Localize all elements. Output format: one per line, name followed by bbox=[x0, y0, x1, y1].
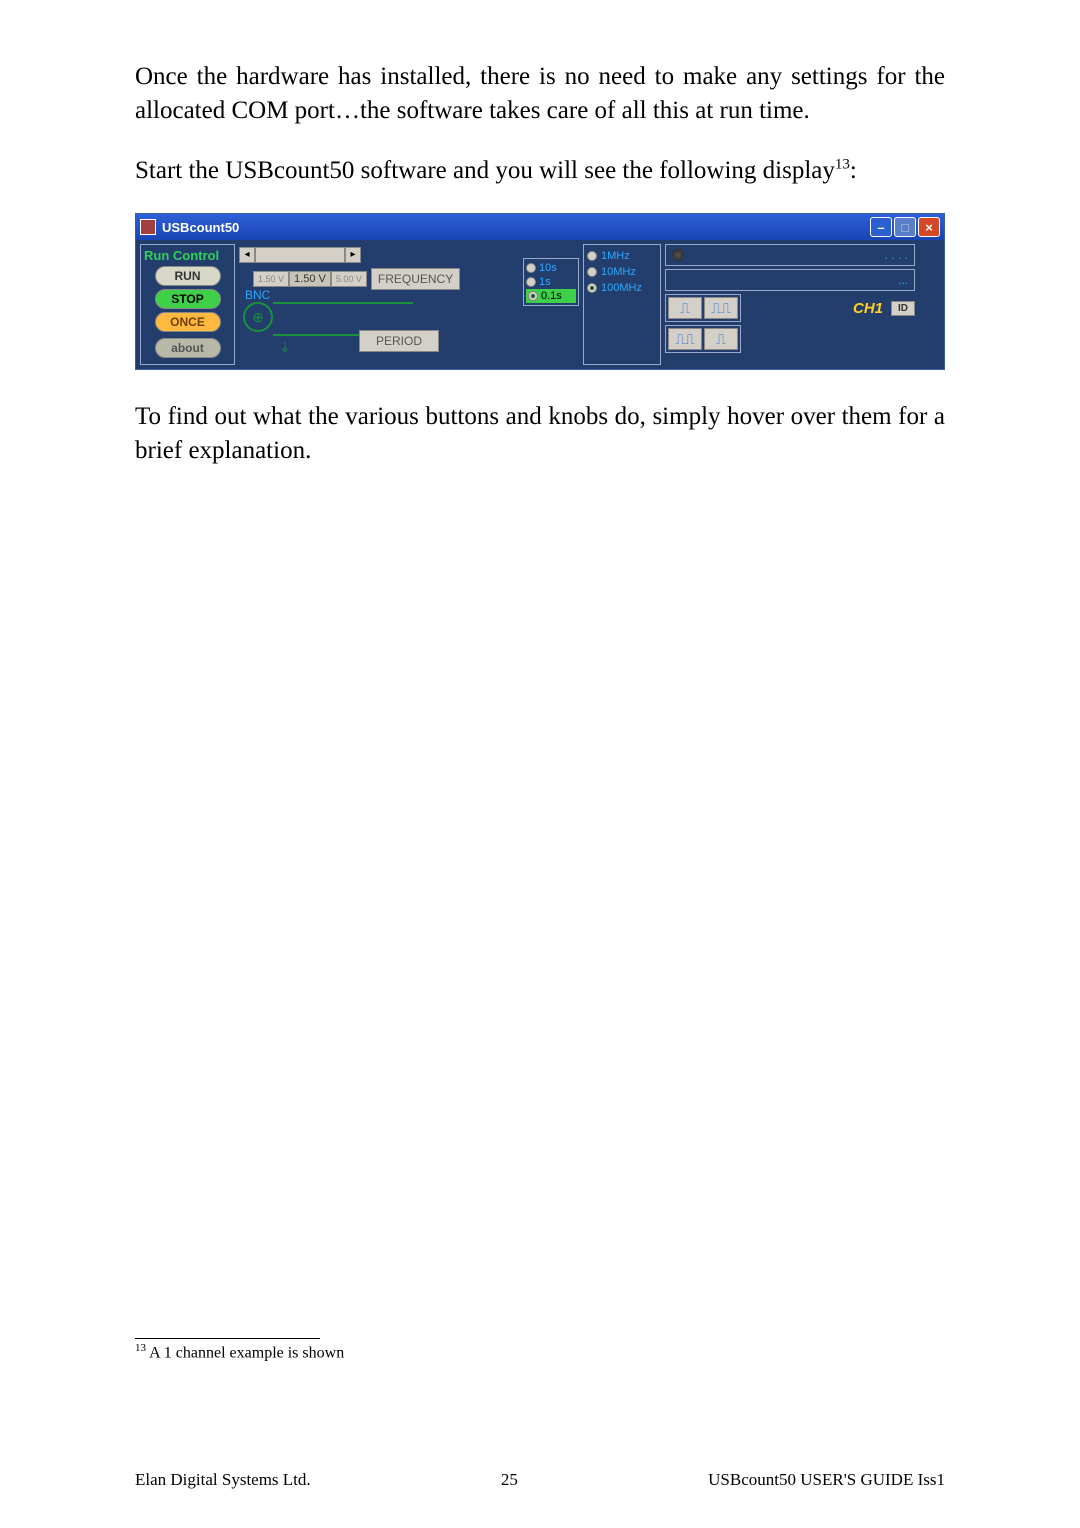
status-led-icon bbox=[672, 249, 684, 261]
period-display: ... bbox=[665, 269, 915, 291]
window-title: USBcount50 bbox=[162, 220, 239, 235]
minimize-button[interactable]: – bbox=[870, 217, 892, 237]
bnc-label: BNC bbox=[245, 288, 270, 302]
once-button[interactable]: ONCE bbox=[155, 312, 221, 332]
gate-1s-option[interactable]: 1s bbox=[526, 275, 576, 289]
coupling-buttons: ⎍ ⎍⎍ bbox=[665, 294, 741, 322]
gate-0.1s-option[interactable]: 0.1s bbox=[526, 289, 576, 303]
stop-button[interactable]: STOP bbox=[155, 289, 221, 309]
run-control-title: Run Control bbox=[144, 248, 231, 263]
bw-1mhz-option[interactable]: 1MHz bbox=[587, 248, 657, 264]
about-button[interactable]: about bbox=[155, 338, 221, 358]
frequency-display: . . . . bbox=[665, 244, 915, 266]
gate-10s-option[interactable]: 10s bbox=[526, 261, 576, 275]
para2-colon: : bbox=[850, 157, 857, 184]
slider-right-arrow[interactable]: ▸ bbox=[345, 247, 361, 263]
id-button[interactable]: ID bbox=[891, 301, 915, 316]
run-control-panel: Run Control RUN STOP ONCE about bbox=[140, 244, 235, 365]
multi-pulse-button[interactable]: ⎍⎍ bbox=[668, 328, 702, 350]
footer-left: Elan Digital Systems Ltd. bbox=[135, 1470, 311, 1490]
ground-icon: ⏚ bbox=[279, 339, 291, 356]
footnote-text: A 1 channel example is shown bbox=[146, 1344, 344, 1361]
gate-time-radios: 10s 1s 0.1s bbox=[523, 258, 579, 306]
middle-panel: ◂ ▸ 1.50 V 1.50 V 5.00 V FREQUENCY BNC ⊕ bbox=[239, 244, 940, 365]
channel-label: CH1 bbox=[853, 300, 883, 317]
period-label: PERIOD bbox=[359, 330, 439, 352]
hover-hint-para: To find out what the various buttons and… bbox=[135, 400, 945, 468]
footnote-number: 13 bbox=[135, 1342, 146, 1354]
voltage-slider[interactable] bbox=[255, 247, 345, 263]
run-button[interactable]: RUN bbox=[155, 266, 221, 286]
voltage-mid: 1.50 V bbox=[289, 271, 331, 287]
footnote-13: 13 A 1 channel example is shown bbox=[135, 1342, 945, 1362]
titlebar: USBcount50 – □ × bbox=[136, 214, 944, 240]
bw-100mhz-option[interactable]: 100MHz bbox=[587, 280, 657, 296]
bandwidth-radios: 1MHz 10MHz 100MHz bbox=[583, 244, 661, 365]
app-icon bbox=[140, 219, 156, 235]
intro-para-1: Once the hardware has installed, there i… bbox=[135, 60, 945, 128]
edge-buttons: ⎍⎍ ⎍ bbox=[665, 325, 741, 353]
page-number: 25 bbox=[501, 1470, 518, 1490]
period-value: ... bbox=[898, 273, 908, 287]
voltage-low: 1.50 V bbox=[253, 271, 289, 287]
close-button[interactable]: × bbox=[918, 217, 940, 237]
footnote-ref-13: 13 bbox=[835, 156, 850, 172]
slider-left-arrow[interactable]: ◂ bbox=[239, 247, 255, 263]
page-footer: Elan Digital Systems Ltd. 25 USBcount50 … bbox=[135, 1470, 945, 1490]
intro-para-2: Start the USBcount50 software and you wi… bbox=[135, 154, 945, 188]
bnc-connector-icon[interactable]: ⊕ bbox=[243, 302, 273, 332]
readout-panel: . . . . ... ⎍ ⎍⎍ CH1 ID ⎍⎍ ⎍ bbox=[665, 244, 915, 365]
bw-10mhz-option[interactable]: 10MHz bbox=[587, 264, 657, 280]
footnote-rule bbox=[135, 1338, 320, 1339]
freq-value: . . . . bbox=[885, 248, 908, 262]
pulse-button[interactable]: ⎍⎍ bbox=[704, 297, 738, 319]
footer-right: USBcount50 USER'S GUIDE Iss1 bbox=[708, 1470, 945, 1490]
usbcount50-window: USBcount50 – □ × Run Control RUN STOP ON… bbox=[135, 213, 945, 370]
para2-text: Start the USBcount50 software and you wi… bbox=[135, 157, 835, 184]
maximize-button[interactable]: □ bbox=[894, 217, 916, 237]
voltage-high: 5.00 V bbox=[331, 271, 367, 287]
falling-edge-button[interactable]: ⎍ bbox=[704, 328, 738, 350]
rising-edge-button[interactable]: ⎍ bbox=[668, 297, 702, 319]
frequency-label: FREQUENCY bbox=[371, 268, 460, 290]
signal-config: ◂ ▸ 1.50 V 1.50 V 5.00 V FREQUENCY BNC ⊕ bbox=[239, 244, 579, 365]
